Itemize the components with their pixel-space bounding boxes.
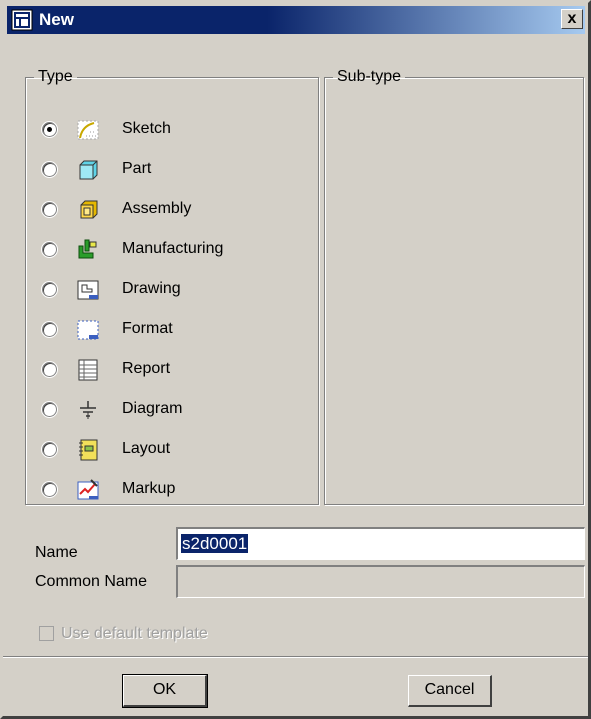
name-field-value: s2d0001 [181,534,249,553]
new-window-icon [11,9,33,31]
format-icon [77,320,99,340]
radio-drawing[interactable] [42,282,57,297]
radio-manufacturing[interactable] [42,242,57,257]
use-default-template-label: Use default template [61,625,208,642]
type-option-manufacturing[interactable]: Manufacturing [42,236,312,266]
diagram-icon [80,401,96,419]
sketch-icon [77,120,99,140]
type-option-format[interactable]: Format [42,316,312,346]
type-label-part: Part [122,160,152,177]
radio-sketch[interactable] [42,122,57,137]
type-option-markup[interactable]: Markup [42,476,312,506]
type-option-part[interactable]: Part [42,156,312,186]
title-bar[interactable]: New x [7,6,585,34]
type-option-layout[interactable]: Layout [42,436,312,466]
close-button[interactable]: x [561,9,583,29]
subtype-group-legend: Sub-type [337,68,402,85]
radio-report[interactable] [42,362,57,377]
layout-icon [79,439,98,461]
type-label-diagram: Diagram [122,400,183,417]
type-label-report: Report [122,360,171,377]
type-option-report[interactable]: Report [42,356,312,386]
radio-diagram[interactable] [42,402,57,417]
type-label-manufacturing: Manufacturing [122,240,224,257]
ok-button[interactable]: OK [122,674,208,708]
manufacturing-icon [78,239,97,259]
window-title: New [39,10,74,29]
radio-markup[interactable] [42,482,57,497]
radio-part[interactable] [42,162,57,177]
type-label-assembly: Assembly [122,200,192,217]
separator [3,656,588,658]
radio-assembly[interactable] [42,202,57,217]
common-name-field[interactable] [176,565,585,598]
use-default-template-checkbox[interactable] [39,626,54,641]
type-option-sketch[interactable]: Sketch [42,116,312,146]
name-label: Name [35,544,78,561]
markup-icon [77,479,99,500]
type-group-legend: Type [38,68,73,85]
assembly-icon [80,200,98,219]
drawing-icon [77,280,99,300]
type-label-format: Format [122,320,173,337]
type-group: Type Sketch Part Assembly Manufacturing … [25,68,319,505]
type-option-assembly[interactable]: Assembly [42,196,312,226]
type-label-sketch: Sketch [122,120,171,137]
new-dialog: New x Type Sketch Part Assembly Manufact… [0,0,591,719]
radio-layout[interactable] [42,442,57,457]
radio-format[interactable] [42,322,57,337]
name-field[interactable]: s2d0001 [176,527,585,560]
part-icon [79,160,98,180]
type-label-drawing: Drawing [122,280,181,297]
type-label-layout: Layout [122,440,171,457]
type-label-markup: Markup [122,480,176,497]
subtype-group: Sub-type [324,68,584,505]
report-icon [78,359,98,381]
close-icon: x [567,10,577,27]
type-option-drawing[interactable]: Drawing [42,276,312,306]
type-option-diagram[interactable]: Diagram [42,396,312,426]
common-name-label: Common Name [35,573,148,590]
cancel-button[interactable]: Cancel [408,675,492,707]
